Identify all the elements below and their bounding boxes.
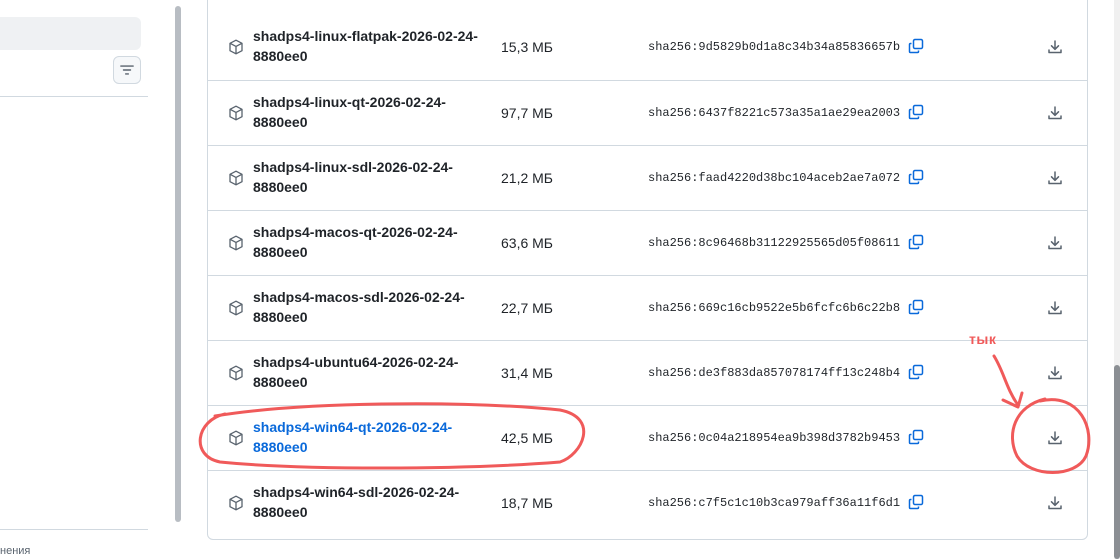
copy-hash-button[interactable] bbox=[907, 493, 925, 511]
asset-sha256: sha256:8c96468b31122925565d05f08611… bbox=[648, 236, 900, 250]
download-button[interactable] bbox=[1045, 233, 1065, 253]
asset-name-link[interactable]: shadps4-win64-qt-2026-02-24-8880ee0 bbox=[253, 417, 498, 457]
asset-size: 22,7 МБ bbox=[501, 300, 553, 316]
download-icon bbox=[1048, 431, 1062, 445]
download-button[interactable] bbox=[1045, 103, 1065, 123]
asset-size: 21,2 МБ bbox=[501, 170, 553, 186]
asset-name[interactable]: shadps4-macos-qt-2026-02-24-8880ee0 bbox=[253, 222, 498, 262]
asset-name[interactable]: shadps4-linux-flatpak-2026-02-24-8880ee0 bbox=[253, 26, 498, 66]
download-button[interactable] bbox=[1045, 363, 1065, 383]
copy-icon bbox=[908, 299, 924, 315]
asset-sha256: sha256:9d5829b0d1a8c34b34a85836657b… bbox=[648, 40, 900, 54]
copy-icon bbox=[908, 169, 924, 185]
asset-name[interactable]: shadps4-ubuntu64-2026-02-24-8880ee0 bbox=[253, 352, 498, 392]
copy-hash-button[interactable] bbox=[907, 298, 925, 316]
package-icon bbox=[229, 495, 243, 511]
download-button[interactable] bbox=[1045, 168, 1065, 188]
download-icon bbox=[1048, 366, 1062, 380]
asset-row: shadps4-macos-qt-2026-02-24-8880ee0 63,6… bbox=[208, 210, 1087, 275]
asset-sha256: sha256:faad4220d38bc104aceb2ae7a072… bbox=[648, 171, 900, 185]
asset-name[interactable]: shadps4-win64-sdl-2026-02-24-8880ee0 bbox=[253, 482, 498, 522]
package-icon bbox=[229, 365, 243, 381]
package-icon bbox=[229, 235, 243, 251]
release-assets-list: shadps4-linux-flatpak-2026-02-24-8880ee0… bbox=[207, 0, 1088, 540]
copy-hash-button[interactable] bbox=[907, 233, 925, 251]
copy-icon bbox=[908, 38, 924, 54]
package-icon bbox=[229, 430, 243, 446]
copy-hash-button[interactable] bbox=[907, 37, 925, 55]
page-scrollbar-thumb[interactable] bbox=[1114, 365, 1120, 559]
package-icon bbox=[229, 105, 243, 121]
copy-icon bbox=[908, 429, 924, 445]
asset-size: 18,7 МБ bbox=[501, 495, 553, 511]
asset-size: 42,5 МБ bbox=[501, 430, 553, 446]
asset-size: 15,3 МБ bbox=[501, 39, 553, 55]
asset-row: shadps4-win64-sdl-2026-02-24-8880ee0 18,… bbox=[208, 470, 1087, 535]
copy-icon bbox=[908, 234, 924, 250]
copy-icon bbox=[908, 104, 924, 120]
download-icon bbox=[1048, 236, 1062, 250]
asset-size: 31,4 МБ bbox=[501, 365, 553, 381]
sidebar-divider bbox=[0, 96, 148, 97]
asset-sha256: sha256:c7f5c1c10b3ca979aff36a11f6d1… bbox=[648, 496, 900, 510]
asset-row: shadps4-linux-flatpak-2026-02-24-8880ee0… bbox=[208, 15, 1087, 80]
download-button[interactable] bbox=[1045, 37, 1065, 57]
sidebar: нения bbox=[0, 0, 176, 559]
download-icon bbox=[1048, 496, 1062, 510]
asset-name[interactable]: shadps4-macos-sdl-2026-02-24-8880ee0 bbox=[253, 287, 498, 327]
download-icon bbox=[1048, 40, 1062, 54]
asset-row: shadps4-linux-qt-2026-02-24-8880ee0 97,7… bbox=[208, 80, 1087, 145]
download-icon bbox=[1048, 106, 1062, 120]
asset-size: 63,6 МБ bbox=[501, 235, 553, 251]
copy-hash-button[interactable] bbox=[907, 103, 925, 121]
asset-row: shadps4-macos-sdl-2026-02-24-8880ee0 22,… bbox=[208, 275, 1087, 340]
package-icon bbox=[229, 39, 243, 55]
annotation-label: тык bbox=[969, 331, 997, 347]
copy-icon bbox=[908, 494, 924, 510]
copy-icon bbox=[908, 364, 924, 380]
asset-sha256: sha256:de3f883da857078174ff13c248b4… bbox=[648, 366, 900, 380]
copy-hash-button[interactable] bbox=[907, 428, 925, 446]
asset-name[interactable]: shadps4-linux-sdl-2026-02-24-8880ee0 bbox=[253, 157, 498, 197]
download-icon bbox=[1048, 301, 1062, 315]
download-button[interactable] bbox=[1045, 493, 1065, 513]
copy-hash-button[interactable] bbox=[907, 168, 925, 186]
copy-hash-button[interactable] bbox=[907, 363, 925, 381]
sidebar-divider-bottom bbox=[0, 529, 148, 530]
download-button[interactable] bbox=[1045, 428, 1065, 448]
sidebar-search-field[interactable] bbox=[0, 17, 141, 50]
filter-icon bbox=[120, 65, 134, 75]
sidebar-footer-text: нения bbox=[0, 545, 31, 557]
asset-row-highlighted: shadps4-win64-qt-2026-02-24-8880ee0 42,5… bbox=[208, 405, 1087, 470]
asset-sha256: sha256:6437f8221c573a35a1ae29ea2003… bbox=[648, 106, 900, 120]
download-icon bbox=[1048, 171, 1062, 185]
asset-sha256: sha256:669c16cb9522e5b6fcfc6b6c22b8… bbox=[648, 301, 900, 315]
asset-name[interactable]: shadps4-linux-qt-2026-02-24-8880ee0 bbox=[253, 92, 498, 132]
asset-row: shadps4-ubuntu64-2026-02-24-8880ee0 31,4… bbox=[208, 340, 1087, 405]
sidebar-scrollbar[interactable] bbox=[175, 6, 181, 522]
asset-sha256: sha256:0c04a218954ea9b398d3782b9453… bbox=[648, 431, 900, 445]
package-icon bbox=[229, 170, 243, 186]
asset-row: shadps4-linux-sdl-2026-02-24-8880ee0 21,… bbox=[208, 145, 1087, 210]
package-icon bbox=[229, 300, 243, 316]
filter-button[interactable] bbox=[113, 56, 141, 84]
download-button[interactable] bbox=[1045, 298, 1065, 318]
asset-size: 97,7 МБ bbox=[501, 105, 553, 121]
